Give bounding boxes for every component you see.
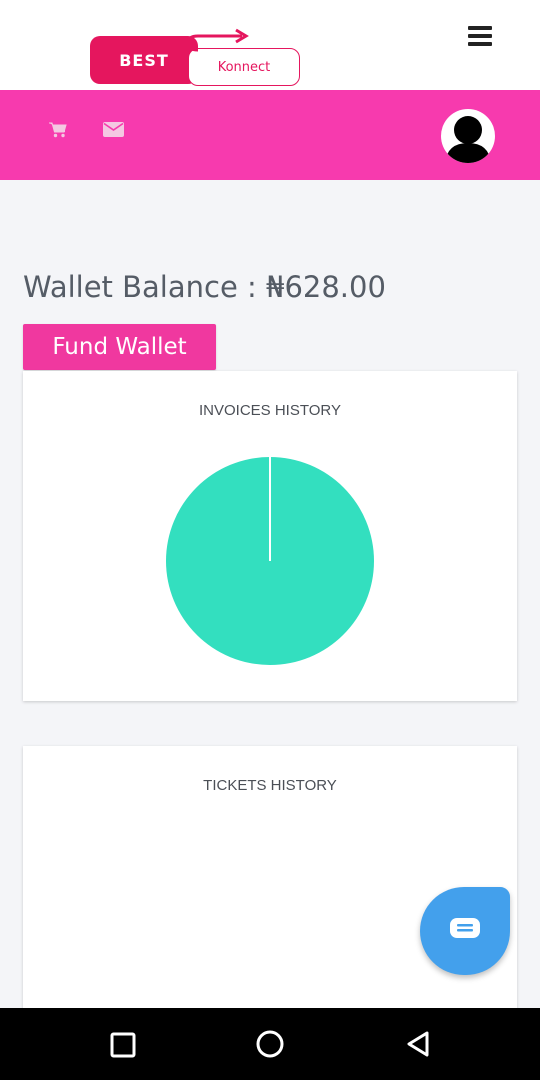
fund-wallet-button[interactable]: Fund Wallet xyxy=(23,324,216,370)
tickets-history-title: TICKETS HISTORY xyxy=(203,777,337,794)
home-circle-icon[interactable] xyxy=(256,1030,284,1058)
invoices-pie-chart xyxy=(166,457,374,665)
back-triangle-icon[interactable] xyxy=(405,1030,431,1058)
cart-icon[interactable] xyxy=(48,121,68,139)
user-avatar-icon[interactable] xyxy=(441,109,495,163)
page: BEST Konnect Wallet Balance : ₦628.00 Fu… xyxy=(0,0,540,1080)
invoices-history-title: INVOICES HISTORY xyxy=(199,402,341,419)
logo-arrow-icon xyxy=(186,28,249,52)
logo-best-text: BEST xyxy=(90,36,198,84)
recents-square-icon[interactable] xyxy=(110,1032,136,1058)
chat-button[interactable] xyxy=(420,887,510,975)
best-konnect-logo[interactable]: BEST Konnect xyxy=(88,28,302,88)
top-header: BEST Konnect xyxy=(0,0,540,90)
invoices-history-card: INVOICES HISTORY xyxy=(23,371,517,701)
hamburger-menu-icon[interactable] xyxy=(468,24,496,50)
mail-icon[interactable] xyxy=(103,121,125,138)
wallet-balance: Wallet Balance : ₦628.00 xyxy=(23,270,386,304)
tickets-history-card: TICKETS HISTORY xyxy=(23,746,517,1016)
chat-bubble-icon xyxy=(450,918,480,938)
